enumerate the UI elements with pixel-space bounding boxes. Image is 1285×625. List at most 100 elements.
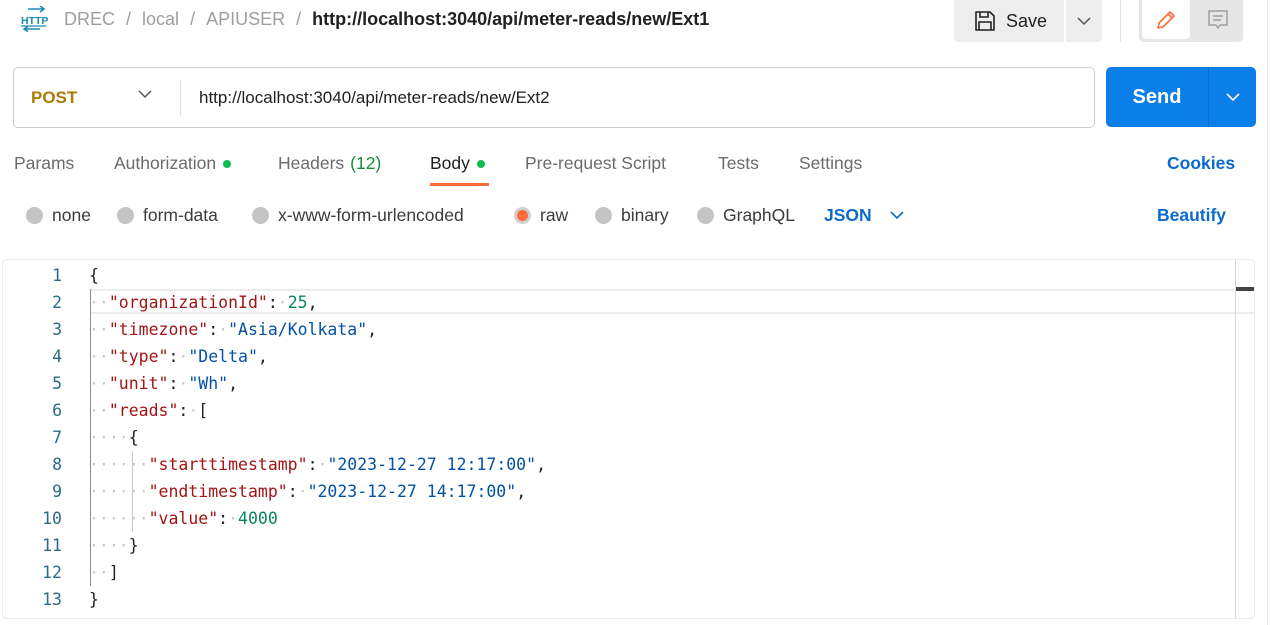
chevron-down-icon <box>138 90 152 99</box>
radio-graphql[interactable]: GraphQL <box>697 205 795 226</box>
raw-format-select[interactable]: JSON <box>824 205 904 226</box>
headers-count: (12) <box>350 153 382 173</box>
json-key: "type" <box>108 347 169 366</box>
status-dot <box>476 159 485 168</box>
tab-settings[interactable]: Settings <box>799 153 862 174</box>
edit-mode-button[interactable] <box>1142 0 1190 39</box>
json-key: "timezone" <box>108 320 209 339</box>
line-number: 5 <box>52 374 62 393</box>
json-key: "endtimestamp" <box>148 482 288 501</box>
send-options-button[interactable] <box>1209 67 1256 127</box>
radio-label: raw <box>540 205 569 225</box>
save-label: Save <box>1006 10 1048 31</box>
radio-circle-selected <box>514 207 531 224</box>
floppy-disk-icon <box>975 11 995 31</box>
svg-text:HTTP: HTTP <box>21 15 48 27</box>
divider <box>1120 0 1121 42</box>
breadcrumb-separator: / <box>190 9 196 29</box>
status-dot <box>223 159 232 168</box>
line-number: 2 <box>52 293 62 312</box>
line-number: 11 <box>42 536 62 555</box>
code-line: ······"value":·4000 <box>89 509 278 528</box>
breadcrumb: DREC / local / APIUSER / http://localhos… <box>64 7 709 31</box>
panel-border <box>1267 0 1268 625</box>
breadcrumb-subfolder[interactable]: APIUSER <box>206 7 285 31</box>
json-key: "organizationId" <box>108 293 268 312</box>
tab-pre-request-script[interactable]: Pre-request Script <box>525 153 666 174</box>
format-label: JSON <box>824 205 872 225</box>
json-key: "value" <box>148 509 219 528</box>
save-button[interactable]: Save <box>954 0 1064 42</box>
pencil-icon <box>1157 10 1175 29</box>
line-number: 7 <box>52 428 62 447</box>
code-line: } <box>89 590 99 609</box>
json-key: "starttimestamp" <box>148 455 308 474</box>
tab-authorization[interactable]: Authorization <box>114 153 232 174</box>
radio-none[interactable]: none <box>26 205 91 226</box>
json-string: "Wh" <box>188 374 229 393</box>
line-number: 1 <box>52 266 62 285</box>
tab-label: Headers <box>278 153 345 173</box>
cookies-link[interactable]: Cookies <box>1167 153 1235 174</box>
json-key: "unit" <box>108 374 169 393</box>
radio-circle <box>26 207 43 224</box>
breadcrumb-separator: / <box>126 9 132 29</box>
send-button-group: Send <box>1106 67 1256 127</box>
editor-scrollbar[interactable] <box>1235 260 1236 618</box>
tab-tests[interactable]: Tests <box>718 153 759 174</box>
code-line: ··"type":·"Delta", <box>89 347 268 366</box>
json-string: "2023-12-27 12:17:00" <box>327 455 537 474</box>
tab-label: Tests <box>718 153 759 173</box>
radio-x-www-form-urlencoded[interactable]: x-www-form-urlencoded <box>252 205 464 226</box>
radio-form-data[interactable]: form-data <box>117 205 218 226</box>
code-line: ······"endtimestamp":·"2023-12-27 14:17:… <box>89 482 527 501</box>
http-request-icon: HTTP <box>21 6 48 32</box>
breadcrumb-folder[interactable]: local <box>142 7 179 31</box>
body-type-selector: none form-data x-www-form-urlencoded raw… <box>0 205 1285 231</box>
chevron-down-icon <box>890 211 904 220</box>
radio-label: none <box>52 205 91 225</box>
beautify-button[interactable]: Beautify <box>1157 205 1226 226</box>
tab-body[interactable]: Body <box>430 153 485 174</box>
code-line: { <box>89 266 99 285</box>
comments-button[interactable] <box>1195 0 1241 39</box>
url-input[interactable] <box>199 68 1079 127</box>
tab-label: Authorization <box>114 153 217 173</box>
url-bar: POST <box>13 67 1095 128</box>
method-select[interactable]: POST <box>14 68 180 127</box>
tab-label: Body <box>430 153 470 173</box>
line-number-gutter: 1 2 3 4 5 6 7 8 9 10 11 12 13 <box>3 260 79 618</box>
radio-label: form-data <box>143 205 218 225</box>
breadcrumb-collection[interactable]: DREC <box>64 7 115 31</box>
tab-params[interactable]: Params <box>14 153 74 174</box>
code-editor[interactable]: 1 2 3 4 5 6 7 8 9 10 11 12 13 { ··"organ… <box>2 259 1255 619</box>
view-mode-toggle <box>1139 0 1243 42</box>
code-line: ··"reads":·[ <box>89 401 209 420</box>
tab-label: Params <box>14 153 75 173</box>
scrollbar-cursor-marker <box>1236 287 1254 291</box>
radio-circle <box>595 207 612 224</box>
save-options-button[interactable] <box>1066 0 1102 42</box>
active-tab-indicator <box>430 183 489 186</box>
radio-circle <box>252 207 269 224</box>
chevron-down-icon <box>1077 16 1091 25</box>
code-line: ····{ <box>89 428 139 447</box>
radio-circle <box>117 207 134 224</box>
tab-headers[interactable]: Headers (12) <box>278 153 381 174</box>
comment-icon <box>1208 9 1228 29</box>
line-number: 13 <box>42 590 62 609</box>
send-button[interactable]: Send <box>1106 67 1208 127</box>
code-content[interactable]: { ··"organizationId":·25, ··"timezone":·… <box>89 260 1254 618</box>
line-number: 9 <box>52 482 62 501</box>
radio-binary[interactable]: binary <box>595 205 669 226</box>
request-header: HTTP DREC / local / APIUSER / http://loc… <box>0 0 1285 44</box>
json-key: "reads" <box>108 401 179 420</box>
radio-circle <box>697 207 714 224</box>
code-line: ··"unit":·"Wh", <box>89 374 239 393</box>
line-number: 4 <box>52 347 62 366</box>
radio-raw[interactable]: raw <box>514 205 568 226</box>
request-tabs: Params Authorization Headers (12) Body P… <box>0 150 1285 190</box>
radio-label: binary <box>621 205 669 225</box>
request-name[interactable]: http://localhost:3040/api/meter-reads/ne… <box>312 7 709 31</box>
code-line: ······"starttimestamp":·"2023-12-27 12:1… <box>89 455 546 474</box>
